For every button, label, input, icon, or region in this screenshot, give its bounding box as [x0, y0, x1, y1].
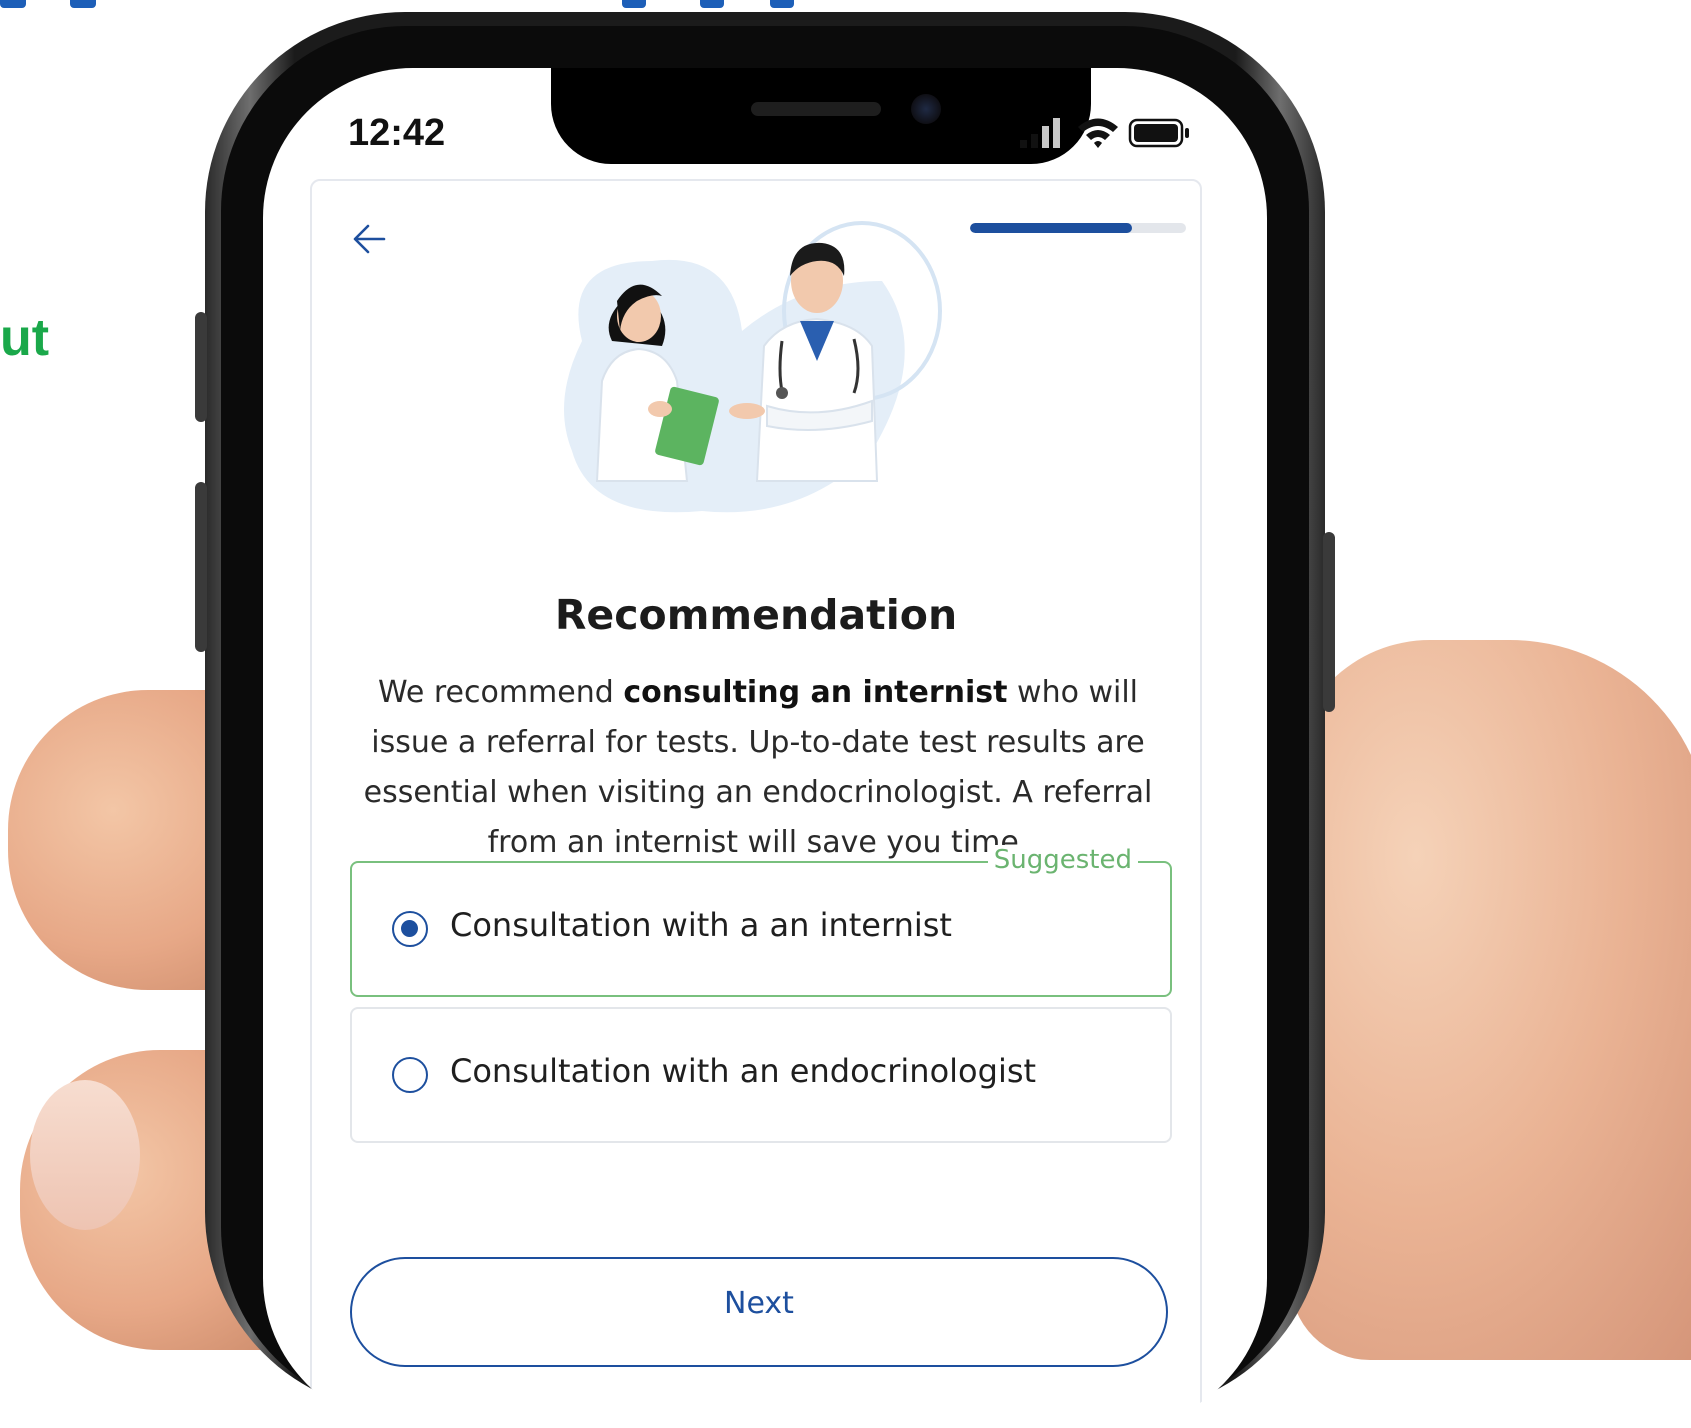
- status-icons: [1018, 112, 1218, 152]
- progress-fill: [970, 223, 1132, 233]
- page-title: Recommendation: [554, 591, 958, 639]
- cropped-heading: [0, 0, 1691, 12]
- progress-bar: [970, 223, 1186, 233]
- recommendation-description: We recommend consulting an internist who…: [348, 668, 1168, 868]
- arrow-left-icon[interactable]: [350, 219, 390, 259]
- radio-internist[interactable]: [392, 911, 428, 947]
- speaker-grille: [751, 102, 881, 116]
- option-endocrinologist[interactable]: Consultation with an endocrinologist: [350, 1007, 1172, 1143]
- status-time: 12:42: [348, 112, 446, 154]
- volume-button: [195, 312, 207, 422]
- right-hand: [1290, 640, 1691, 1360]
- radio-endocrinologist[interactable]: [392, 1057, 428, 1093]
- desc-emphasis: consulting an internist: [623, 675, 1008, 710]
- phone-device: 12:42 Recommendation We recommend consul…: [195, 12, 1335, 1428]
- next-button[interactable]: Next: [350, 1257, 1168, 1367]
- wifi-icon: [1078, 118, 1118, 148]
- option-internist[interactable]: Suggested Consultation with a an interni…: [350, 845, 1172, 997]
- option-label: Consultation with an endocrinologist: [450, 1052, 1037, 1090]
- suggested-badge: Suggested: [987, 845, 1138, 875]
- battery-icon: [1128, 118, 1189, 148]
- recommendation-card: Recommendation We recommend consulting a…: [310, 179, 1202, 1428]
- desc-prefix: We recommend: [377, 675, 624, 710]
- front-camera: [911, 94, 941, 124]
- signal-icon: [1020, 118, 1060, 148]
- phone-screen: 12:42 Recommendation We recommend consul…: [263, 68, 1267, 1428]
- notch: [551, 68, 1091, 164]
- volume-button: [195, 482, 207, 652]
- power-button: [1323, 532, 1335, 712]
- option-label: Consultation with a an internist: [450, 906, 952, 944]
- doctors-illustration: [564, 221, 942, 513]
- left-nail: [30, 1080, 140, 1230]
- side-heading-fragment: ut: [0, 309, 50, 367]
